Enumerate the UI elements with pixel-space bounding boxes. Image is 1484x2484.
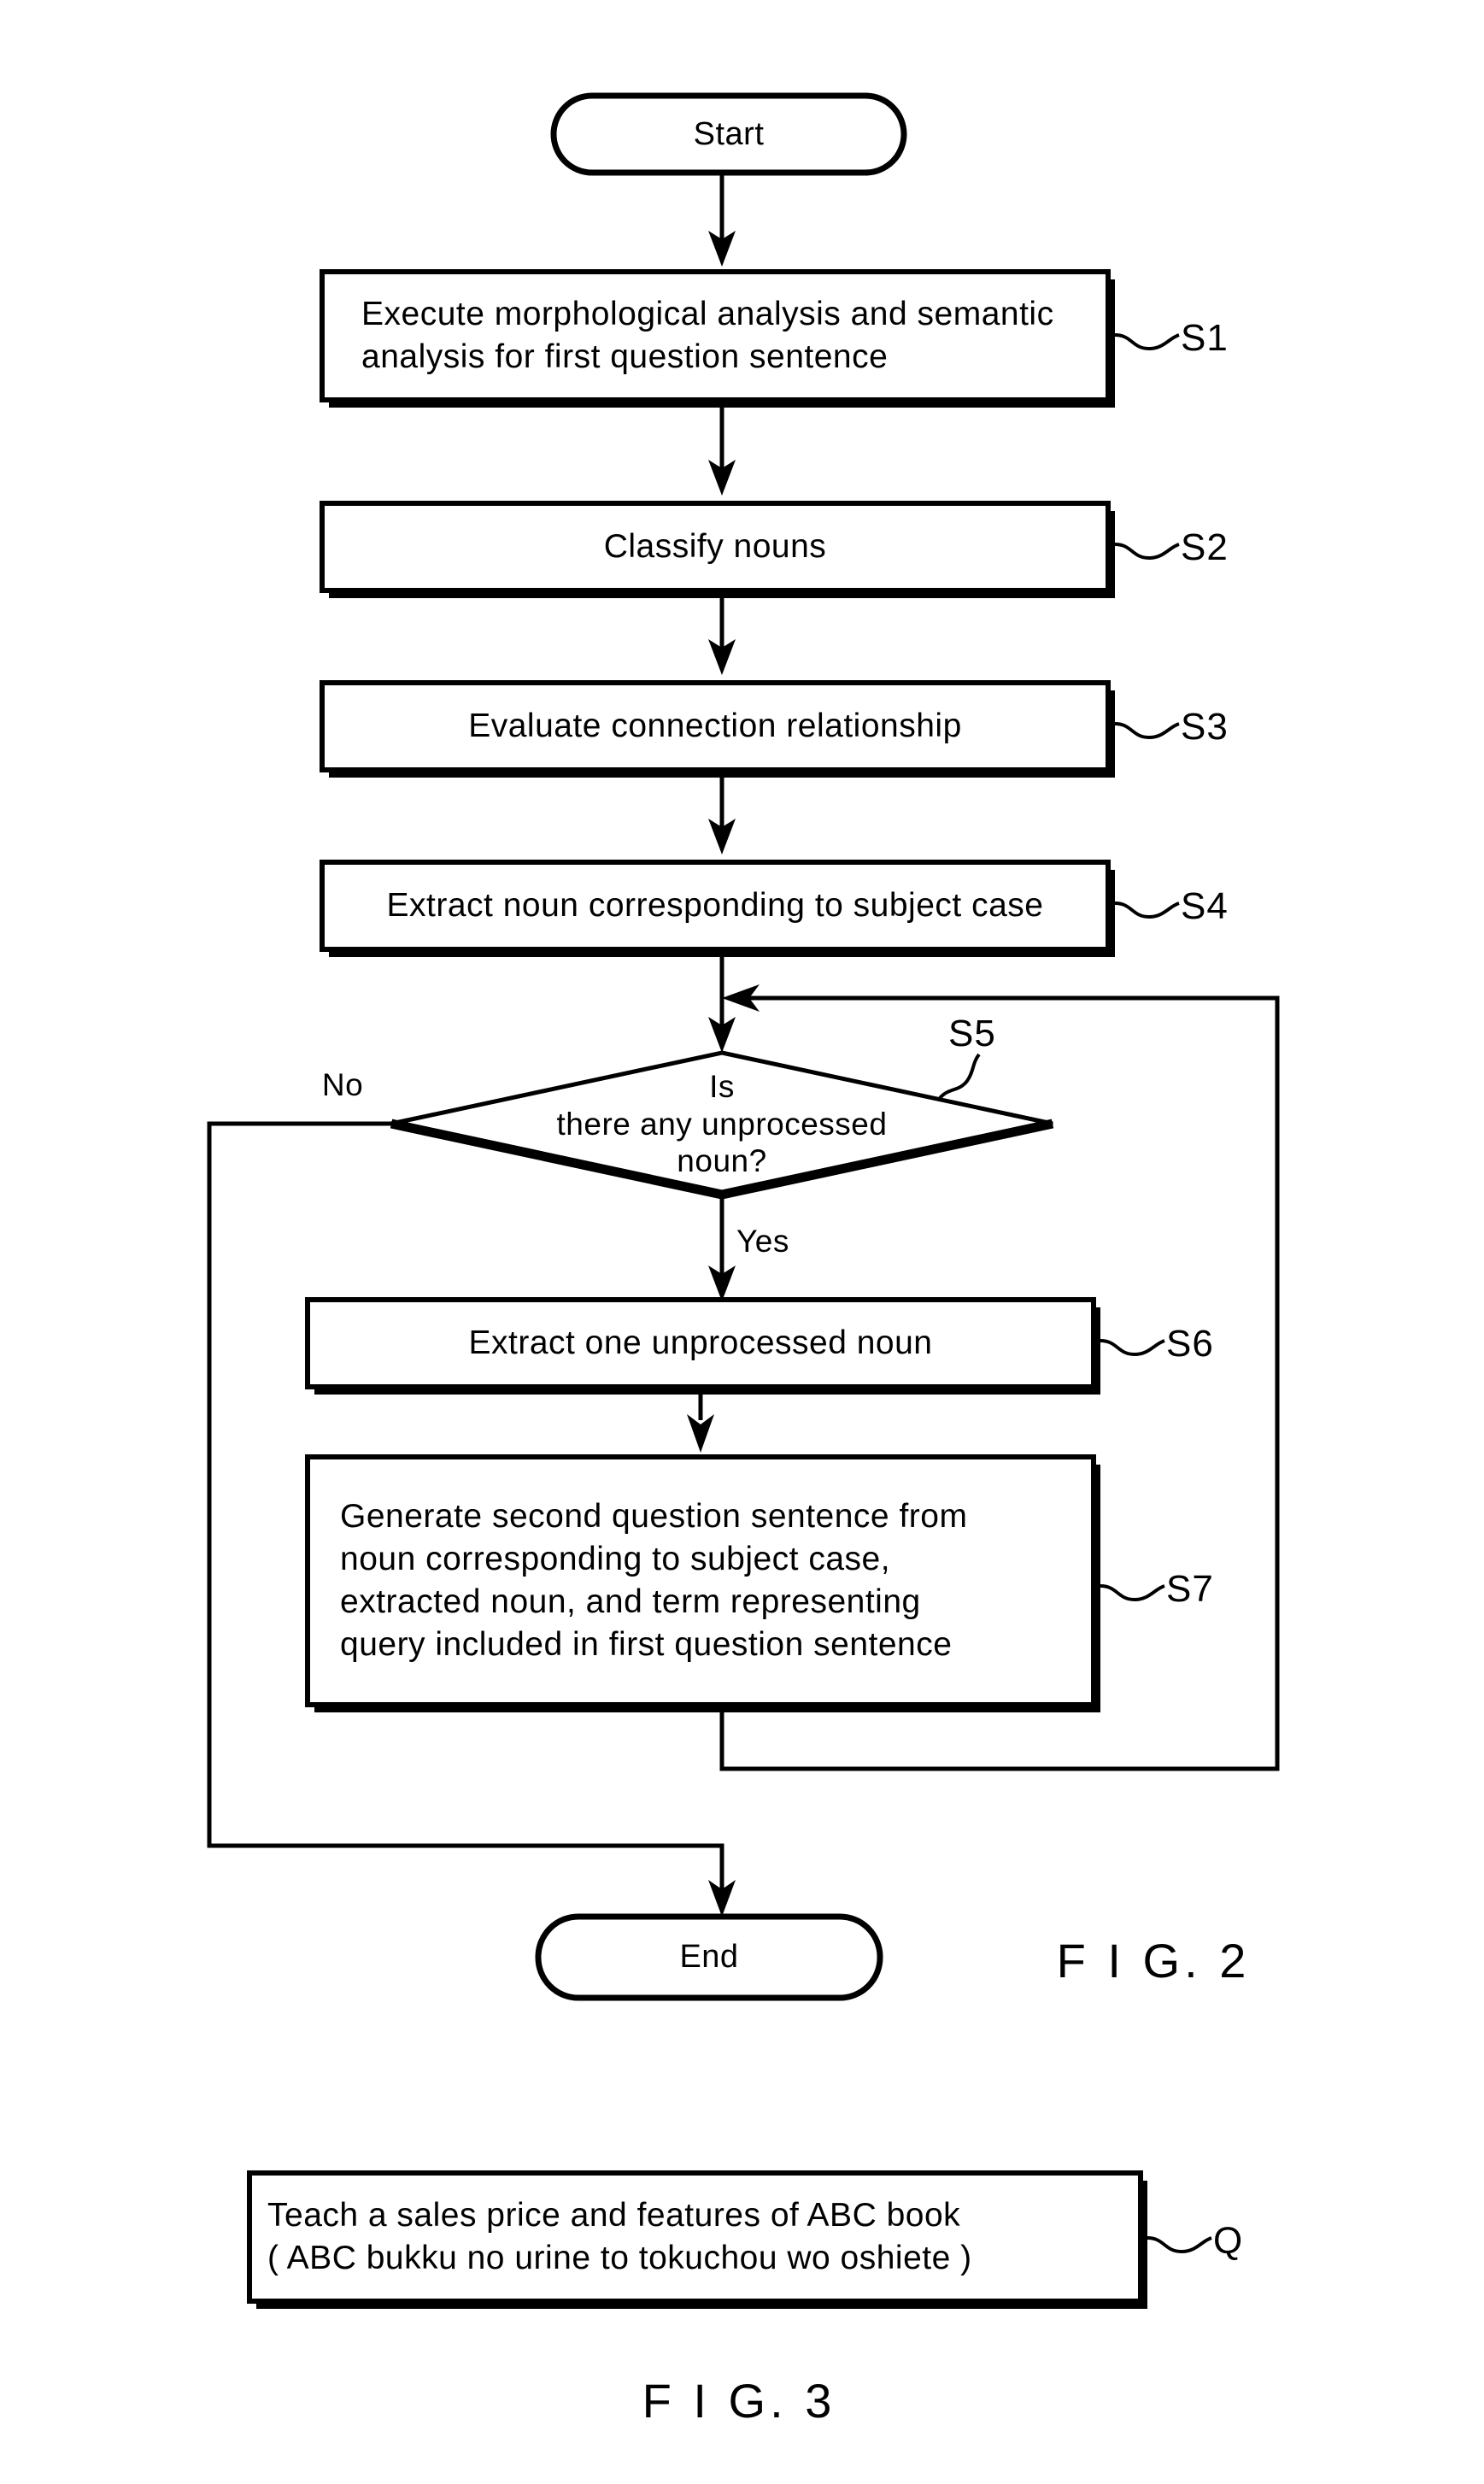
- s6-leader-line: [1100, 1339, 1165, 1357]
- branch-label-no: No: [321, 1067, 364, 1103]
- q-box-label: Teach a sales price and features of ABC …: [267, 2197, 972, 2276]
- connector-s4-to-s5: [708, 957, 736, 1053]
- end-node-label: End: [679, 1939, 739, 1976]
- start-node-label: Start: [693, 115, 765, 152]
- s4-box-label: Extract noun corresponding to subject ca…: [386, 887, 1044, 925]
- q-leader-line: [1147, 2236, 1212, 2254]
- connector-s5-no-to-end: [207, 1121, 736, 1917]
- connector-s1-to-s2: [708, 408, 736, 496]
- s2-step-ref: S2: [1181, 526, 1229, 568]
- start-node-shape: [550, 92, 907, 176]
- s1-box-shape: [320, 269, 1115, 408]
- s4-step-ref: S4: [1181, 884, 1229, 927]
- s6-step-ref: S6: [1166, 1322, 1214, 1365]
- s3-box-label: Evaluate connection relationship: [468, 708, 962, 745]
- connector-s3-to-s4: [708, 778, 736, 854]
- s5-diamond-shape: [390, 1050, 1054, 1200]
- figure2-caption: F I G. 2: [1056, 1934, 1251, 1988]
- end-node-shape: [535, 1913, 883, 2001]
- q-box-shape: [247, 2170, 1147, 2309]
- q-ref-label: Q: [1213, 2219, 1243, 2262]
- s3-box-shape: [320, 680, 1115, 778]
- connector-s2-to-s3: [708, 598, 736, 675]
- connector-s6-to-s7: [687, 1395, 714, 1453]
- s2-box-shape: [320, 501, 1115, 598]
- s1-step-ref: S1: [1181, 316, 1229, 359]
- s4-leader-line: [1114, 901, 1180, 919]
- s3-leader-line: [1114, 722, 1180, 740]
- patent-figure-sheet: Start Execute morphological analysis and…: [0, 0, 1484, 2484]
- branch-label-yes: Yes: [736, 1224, 789, 1260]
- s2-leader-line: [1114, 543, 1180, 561]
- s5-step-ref: S5: [948, 1012, 996, 1054]
- s5-diamond-label: Is there any unprocessed noun?: [556, 1069, 888, 1179]
- connector-s7-feedback-loop: [719, 984, 1280, 1771]
- flowchart-vector-layer: [207, 92, 1280, 2309]
- s6-box-label: Extract one unprocessed noun: [468, 1324, 933, 1362]
- connector-s5-yes-to-s6: [708, 1195, 736, 1301]
- s1-leader-line: [1114, 333, 1180, 351]
- s7-box-label: Generate second question sentence from n…: [340, 1498, 968, 1663]
- s7-step-ref: S7: [1166, 1567, 1214, 1610]
- s4-box-shape: [320, 860, 1115, 957]
- s7-box-shape: [305, 1454, 1100, 1712]
- s5-leader-line: [938, 1053, 981, 1100]
- s6-box-shape: [305, 1297, 1100, 1395]
- s1-box-label: Execute morphological analysis and seman…: [361, 296, 1054, 375]
- s2-box-label: Classify nouns: [603, 528, 827, 566]
- connector-start-to-s1: [708, 173, 736, 267]
- s3-step-ref: S3: [1181, 705, 1229, 748]
- s7-leader-line: [1100, 1584, 1165, 1602]
- figure3-caption: F I G. 3: [642, 2374, 836, 2428]
